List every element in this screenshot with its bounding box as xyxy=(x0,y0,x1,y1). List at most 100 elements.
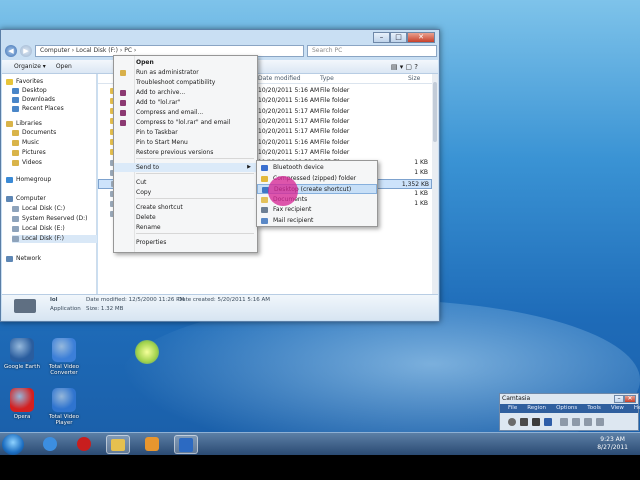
system-clock[interactable]: 9:23 AM 8/27/2011 xyxy=(597,436,628,452)
winrar-icon xyxy=(120,90,126,96)
menu-item[interactable]: Troubleshoot compatibility xyxy=(114,78,257,87)
recorder-tool-icon[interactable] xyxy=(584,418,592,426)
camtasia-recorder-window[interactable]: Camtasia – ✕ File Region Options Tools View H… xyxy=(499,393,640,431)
menu-item-label: Create shortcut xyxy=(136,204,183,211)
media-player-icon xyxy=(145,437,159,451)
taskbar-item[interactable] xyxy=(106,435,130,454)
menu-item[interactable]: Add to "lol.rar" xyxy=(114,98,257,107)
menu-item[interactable]: Create shortcut xyxy=(114,203,257,212)
submenu-item[interactable]: Mail recipient xyxy=(257,216,377,226)
stop-icon[interactable] xyxy=(532,418,540,426)
nav-item[interactable]: Computer xyxy=(6,195,46,203)
explorer-folder-icon xyxy=(111,439,125,451)
screen: – □ ✕ ◀ ▶ Computer › Local Disk (F:) › P… xyxy=(0,0,640,480)
menu-item-label: Compress to "lol.rar" and email xyxy=(136,119,231,126)
nav-item[interactable]: Favorites xyxy=(6,78,43,86)
start-button[interactable] xyxy=(2,434,24,455)
nav-item[interactable]: Recent Places xyxy=(12,105,64,113)
recorder-menu-item[interactable]: Region xyxy=(527,404,546,413)
taskbar-item[interactable] xyxy=(38,435,62,454)
menu-item[interactable]: Send to ▶ xyxy=(114,163,257,172)
search-input[interactable]: Search PC xyxy=(307,44,437,57)
window-controls: – □ ✕ xyxy=(373,32,435,43)
nav-item[interactable]: Local Disk (F:) xyxy=(12,235,97,243)
minimize-button[interactable]: – xyxy=(373,32,390,43)
view-options-icon[interactable]: ▤ ▾ ▢ ? xyxy=(391,63,418,71)
desktop-icon-total-video-player[interactable]: Total Video Player xyxy=(42,388,86,426)
recorder-tool-icon[interactable] xyxy=(560,418,568,426)
nav-item[interactable]: Videos xyxy=(12,159,42,167)
taskbar-item[interactable] xyxy=(140,435,164,454)
recorder-menu-item[interactable]: Help xyxy=(634,404,640,413)
column-size[interactable]: Size xyxy=(408,75,420,82)
desktop-icon xyxy=(12,87,19,94)
menu-item[interactable]: Rename xyxy=(114,223,257,232)
menu-item[interactable]: Delete xyxy=(114,213,257,222)
vertical-scrollbar[interactable] xyxy=(432,74,438,319)
desktop-icon-opera[interactable]: Opera xyxy=(0,388,44,420)
recorder-menu-item[interactable]: Options xyxy=(556,404,577,413)
organize-button[interactable]: Organize ▾ xyxy=(14,63,46,70)
nav-item[interactable]: Homegroup xyxy=(6,176,51,184)
file-type: File folder xyxy=(320,128,350,136)
nav-item[interactable]: Downloads xyxy=(12,96,55,104)
file-type: File folder xyxy=(320,87,350,94)
menu-item[interactable]: Properties xyxy=(114,238,257,247)
recorder-tool-icon[interactable] xyxy=(596,418,604,426)
taskbar-item[interactable] xyxy=(72,435,96,454)
column-type[interactable]: Type xyxy=(320,75,334,82)
menu-item[interactable]: Compress and email... xyxy=(114,108,257,117)
nav-item-label: Libraries xyxy=(16,120,42,127)
nav-item[interactable]: Desktop xyxy=(12,87,47,95)
submenu-item[interactable]: Fax recipient xyxy=(257,205,377,215)
desktop[interactable]: – □ ✕ ◀ ▶ Computer › Local Disk (F:) › P… xyxy=(0,0,640,455)
menu-item[interactable]: Open xyxy=(114,58,257,67)
back-icon[interactable]: ◀ xyxy=(5,44,17,57)
recorder-tool-icon[interactable] xyxy=(572,418,580,426)
details-name: lol xyxy=(50,297,58,303)
menu-item[interactable]: Run as administrator xyxy=(114,68,257,77)
menu-item[interactable]: Cut xyxy=(114,178,257,187)
menu-separator xyxy=(136,158,254,159)
nav-item[interactable]: Pictures xyxy=(12,149,46,157)
menu-item[interactable]: Compress to "lol.rar" and email xyxy=(114,118,257,127)
close-button[interactable]: ✕ xyxy=(624,395,636,403)
column-date-modified[interactable]: Date modified xyxy=(258,75,301,82)
nav-item[interactable]: Libraries xyxy=(6,120,42,128)
pause-icon[interactable] xyxy=(520,418,528,426)
recorder-menu-item[interactable]: View xyxy=(611,404,624,413)
menu-item-label: Restore previous versions xyxy=(136,149,214,156)
nav-item[interactable]: Local Disk (E:) xyxy=(12,225,65,233)
submenu-item[interactable]: Bluetooth device xyxy=(257,163,377,173)
nav-item[interactable]: Local Disk (C:) xyxy=(12,205,65,213)
menu-item[interactable]: Restore previous versions xyxy=(114,148,257,157)
nav-item-label: Computer xyxy=(16,195,46,202)
menu-item[interactable]: Add to archive... xyxy=(114,88,257,97)
desktop-icon-total-video-converter[interactable]: Total Video Converter xyxy=(42,338,86,376)
minimize-button[interactable]: – xyxy=(614,395,624,403)
maximize-button[interactable]: □ xyxy=(390,32,407,43)
menu-item[interactable]: Pin to Taskbar xyxy=(114,128,257,137)
forward-icon[interactable]: ▶ xyxy=(20,44,32,57)
camtasia-taskbar-icon xyxy=(179,438,193,452)
navigation-pane: Favorites Desktop Downloads Recent Places Li… xyxy=(2,74,97,299)
homegroup-icon xyxy=(6,176,13,183)
file-size: 1 KB xyxy=(414,169,428,177)
menu-item[interactable]: Copy xyxy=(114,188,257,197)
menu-item[interactable]: Pin to Start Menu xyxy=(114,138,257,147)
scroll-thumb[interactable] xyxy=(433,82,437,142)
nav-item[interactable]: System Reserved (D:) xyxy=(12,215,87,223)
nav-item[interactable]: Documents xyxy=(12,129,56,137)
recorder-menu-item[interactable]: File xyxy=(508,404,517,413)
open-button[interactable]: Open xyxy=(56,63,72,70)
library-icon xyxy=(6,120,13,127)
star-icon xyxy=(6,78,13,85)
desktop-icon-google-earth[interactable]: Google Earth xyxy=(0,338,44,370)
nav-item[interactable]: Network xyxy=(6,255,41,263)
recorder-menu-item[interactable]: Tools xyxy=(587,404,601,413)
nav-item[interactable]: Music xyxy=(12,139,39,147)
close-button[interactable]: ✕ xyxy=(407,32,435,43)
taskbar-item[interactable] xyxy=(174,435,198,454)
record-icon[interactable] xyxy=(508,418,516,426)
recorder-tool-icon[interactable] xyxy=(544,418,552,426)
